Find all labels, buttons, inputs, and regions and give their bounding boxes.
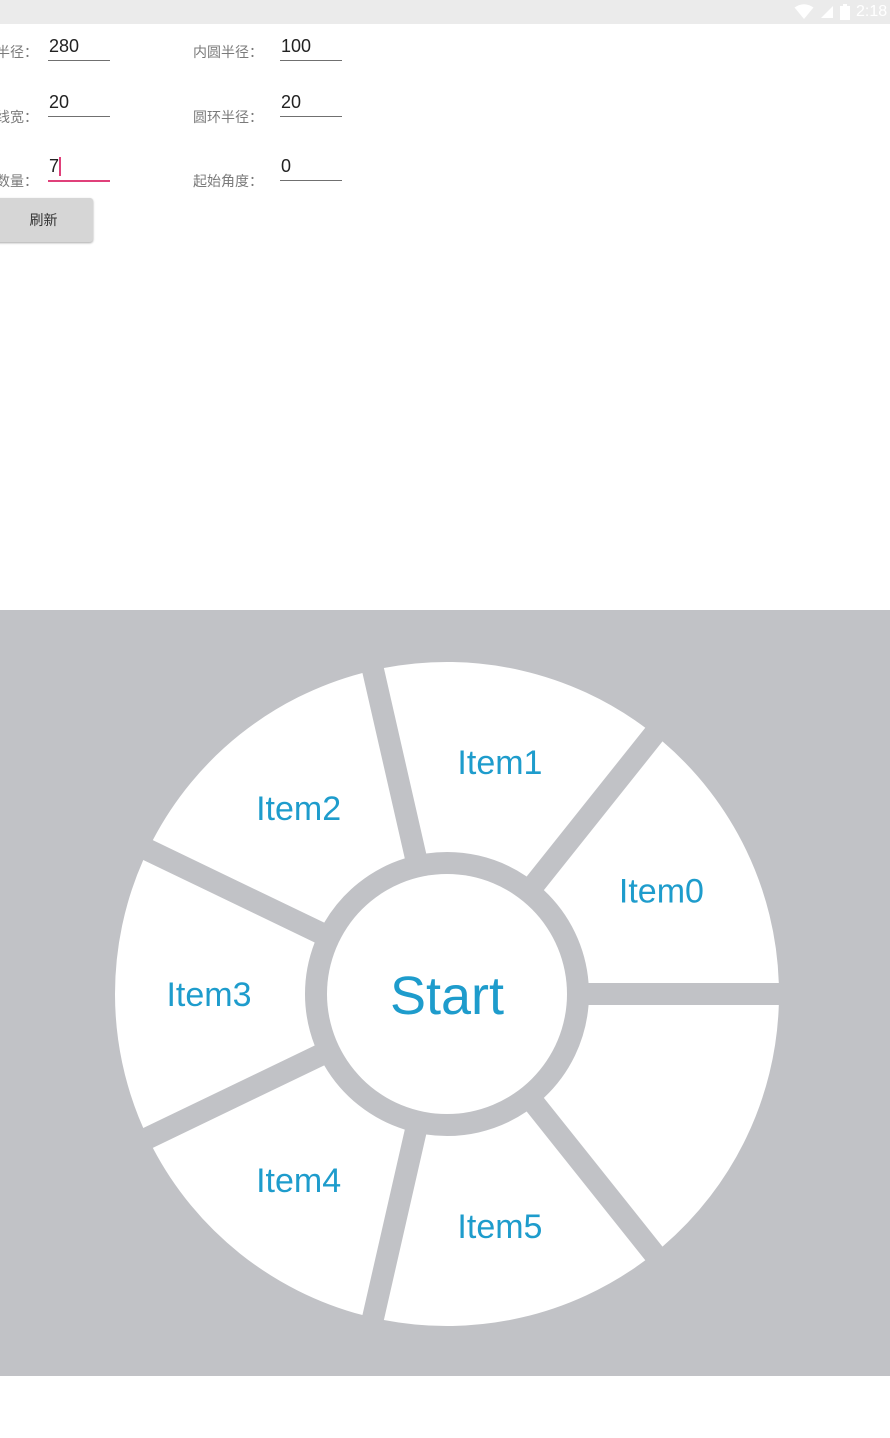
- signal-icon: [821, 6, 833, 18]
- status-icons: 2:18: [794, 0, 890, 24]
- wifi-icon: [794, 4, 814, 19]
- start-angle-value: 0: [281, 156, 292, 176]
- line-width-value: 20: [49, 92, 70, 112]
- ring-radius-label: 圆环半径：: [193, 110, 263, 126]
- status-bar: 2:18: [0, 0, 890, 24]
- count-value: 7: [49, 156, 60, 176]
- menu-item-label: Item1: [457, 744, 542, 782]
- inner-radius-value: 100: [281, 36, 312, 56]
- inner-radius-label: 内圆半径：: [193, 45, 263, 61]
- count-input[interactable]: 7: [48, 150, 110, 182]
- start-angle-label: 起始角度：: [193, 174, 263, 190]
- count-label: 数量：: [0, 174, 38, 190]
- battery-icon: [840, 4, 850, 20]
- radius-value: 280: [49, 36, 80, 56]
- ring-radius-value: 20: [281, 92, 302, 112]
- inner-radius-input[interactable]: 100: [280, 30, 342, 61]
- text-cursor: [59, 157, 61, 176]
- menu-item-label: Item0: [619, 873, 704, 911]
- radius-input[interactable]: 280: [48, 30, 110, 61]
- start-angle-input[interactable]: 0: [280, 150, 342, 181]
- ring-radius-input[interactable]: 20: [280, 86, 342, 117]
- menu-item-label: Item2: [256, 790, 341, 828]
- radius-label: 半径：: [0, 45, 38, 61]
- line-width-label: 线宽：: [0, 110, 38, 126]
- menu-item-label: Item4: [256, 1162, 341, 1200]
- circle-menu-panel: Item0 Item1 Item2 Item3 Item4 Item5 Start: [0, 610, 890, 1376]
- circle-menu: Item0 Item1 Item2 Item3 Item4 Item5 Start: [114, 662, 779, 1326]
- status-time: 2:18: [856, 3, 888, 20]
- refresh-button[interactable]: 刷新: [0, 198, 93, 242]
- menu-item-label: Item3: [166, 976, 251, 1014]
- start-label: Start: [390, 966, 504, 1026]
- menu-item-label: Item5: [457, 1208, 542, 1246]
- line-width-input[interactable]: 20: [48, 86, 110, 117]
